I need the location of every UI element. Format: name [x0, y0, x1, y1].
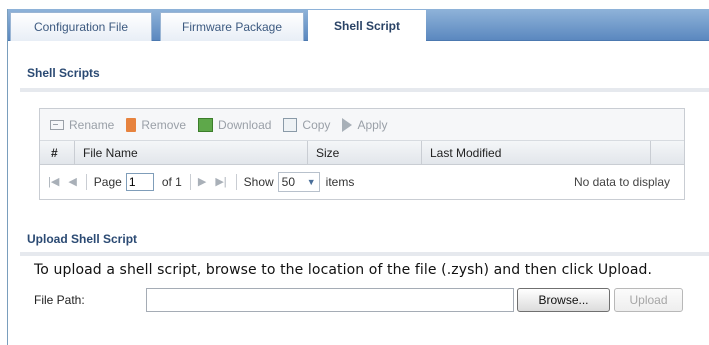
- next-page-icon[interactable]: ▶: [198, 175, 206, 188]
- file-path-label: File Path:: [34, 293, 85, 307]
- items-label: items: [325, 174, 355, 189]
- play-icon: [342, 117, 353, 132]
- frame-border: [7, 9, 8, 345]
- upload-instructions: To upload a shell script, browse to the …: [34, 262, 653, 278]
- section-divider: [20, 252, 709, 256]
- first-page-icon[interactable]: |◀: [48, 175, 59, 188]
- pager-divider: [189, 173, 191, 190]
- copy-icon: [283, 117, 298, 132]
- apply-label: Apply: [357, 117, 388, 132]
- rename-label: Rename: [69, 117, 115, 132]
- copy-label: Copy: [302, 117, 331, 132]
- column-header-size[interactable]: Size: [308, 141, 422, 164]
- figure-caption-cut: [0, 0, 709, 5]
- upload-button[interactable]: Upload: [614, 288, 683, 312]
- file-path-input[interactable]: [146, 288, 514, 312]
- previous-page-icon[interactable]: ◀: [68, 175, 76, 188]
- tab-bar: Configuration File Firmware Package Shel…: [8, 9, 709, 41]
- column-header-number[interactable]: #: [40, 141, 75, 164]
- no-data-message: No data to display: [573, 174, 670, 189]
- pager-divider: [235, 173, 237, 190]
- rename-button[interactable]: Rename: [50, 118, 114, 132]
- download-label: Download: [218, 117, 272, 132]
- column-header-file-name[interactable]: File Name: [75, 141, 308, 164]
- download-button[interactable]: Download: [198, 117, 272, 132]
- tab-shell-script[interactable]: Shell Script: [308, 10, 426, 41]
- section-divider: [20, 88, 709, 92]
- show-label: Show: [243, 174, 274, 189]
- shell-scripts-title: Shell Scripts: [27, 66, 100, 80]
- column-header-last-modified[interactable]: Last Modified: [422, 141, 651, 164]
- page-count-label: of 1: [161, 174, 182, 189]
- trash-icon: [126, 117, 137, 132]
- page-size-value: 50: [281, 174, 296, 189]
- page-size-select[interactable]: 50 ▼: [277, 171, 320, 192]
- tab-firmware-package[interactable]: Firmware Package: [160, 12, 304, 41]
- pager-divider: [85, 173, 87, 190]
- chevron-down-icon: ▼: [306, 176, 316, 187]
- apply-button[interactable]: Apply: [342, 117, 388, 132]
- page-number-input[interactable]: [125, 172, 154, 191]
- shell-scripts-grid: Rename Remove Download Copy Apply # File…: [39, 108, 685, 200]
- remove-button[interactable]: Remove: [126, 117, 187, 132]
- upload-shell-script-title: Upload Shell Script: [27, 232, 138, 246]
- page-label: Page: [93, 174, 122, 189]
- rename-icon: [50, 119, 64, 130]
- pagination-bar: |◀ ◀ Page of 1 ▶ ▶| Show 50 ▼ items No d…: [40, 165, 684, 198]
- copy-button[interactable]: Copy: [283, 117, 331, 132]
- table-header: # File Name Size Last Modified: [40, 141, 684, 165]
- grid-toolbar: Rename Remove Download Copy Apply: [40, 109, 684, 141]
- tab-configuration-file[interactable]: Configuration File: [10, 12, 152, 41]
- browse-button[interactable]: Browse...: [517, 288, 610, 312]
- last-page-icon[interactable]: ▶|: [215, 175, 226, 188]
- save-icon: [198, 117, 214, 132]
- remove-label: Remove: [141, 117, 187, 132]
